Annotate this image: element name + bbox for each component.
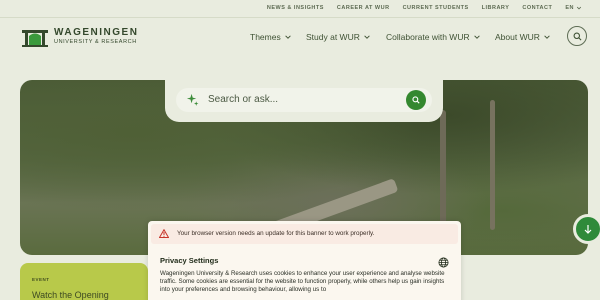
warning-triangle-icon <box>159 229 169 238</box>
scroll-down-button[interactable] <box>573 214 600 244</box>
event-tag: EVENT <box>32 277 50 282</box>
chevron-down-icon <box>284 35 291 39</box>
utility-links: NEWS & INSIGHTS CAREER AT WUR CURRENT ST… <box>254 5 582 11</box>
chevron-down-icon <box>473 35 480 39</box>
utility-link-students[interactable]: CURRENT STUDENTS <box>403 5 469 11</box>
nav-item-themes[interactable]: Themes <box>250 32 292 42</box>
nav-item-label: Study at WUR <box>306 32 360 42</box>
wur-logo-mark-icon <box>22 30 48 47</box>
utility-link-library[interactable]: LIBRARY <box>482 5 510 11</box>
browser-warning-text: Your browser version needs an update for… <box>177 230 375 237</box>
nav-item-label: About WUR <box>495 32 540 42</box>
search-input[interactable]: Search or ask... <box>208 94 278 105</box>
logo-text: WAGENINGEN UNIVERSITY & RESEARCH <box>54 28 138 46</box>
nav-item-collaborate[interactable]: Collaborate with WUR <box>386 32 481 42</box>
hero-tree-trunk <box>440 110 446 230</box>
hero-search-bar[interactable]: Search or ask... <box>176 88 432 112</box>
chevron-down-icon <box>576 6 582 10</box>
search-icon <box>573 32 581 40</box>
utility-link-news[interactable]: NEWS & INSIGHTS <box>267 5 324 11</box>
search-submit-button[interactable] <box>406 90 426 110</box>
nav-item-label: Themes <box>250 32 281 42</box>
nav-item-label: Collaborate with WUR <box>386 32 470 42</box>
utility-link-career[interactable]: CAREER AT WUR <box>337 5 390 11</box>
main-header: WAGENINGEN UNIVERSITY & RESEARCH Themes … <box>0 18 600 60</box>
language-selector[interactable]: EN <box>565 5 582 11</box>
utility-link-contact[interactable]: CONTACT <box>522 5 552 11</box>
privacy-text: Wageningen University & Research uses co… <box>160 270 445 293</box>
header-search-button[interactable] <box>567 26 587 46</box>
language-label: EN <box>565 5 574 11</box>
search-icon <box>412 96 420 104</box>
nav-item-about[interactable]: About WUR <box>495 32 551 42</box>
chevron-down-icon <box>544 35 550 39</box>
globe-icon <box>438 257 449 268</box>
utility-bar: NEWS & INSIGHTS CAREER AT WUR CURRENT ST… <box>0 0 600 18</box>
privacy-modal: Your browser version needs an update for… <box>148 221 461 300</box>
privacy-title: Privacy Settings <box>160 256 219 265</box>
wur-logo[interactable]: WAGENINGEN UNIVERSITY & RESEARCH <box>21 26 138 48</box>
hero-tree-trunk <box>490 100 495 230</box>
nav-item-study[interactable]: Study at WUR <box>306 32 371 42</box>
logo-line2: UNIVERSITY & RESEARCH <box>54 39 137 45</box>
logo-line1: WAGENINGEN <box>54 27 139 38</box>
event-card[interactable]: EVENT Watch the Opening <box>20 263 148 300</box>
chevron-down-icon <box>364 35 370 39</box>
arrow-down-icon <box>584 225 592 234</box>
browser-warning-banner: Your browser version needs an update for… <box>151 224 458 244</box>
sparkle-icon <box>186 93 199 106</box>
event-title[interactable]: Watch the Opening <box>32 290 109 300</box>
